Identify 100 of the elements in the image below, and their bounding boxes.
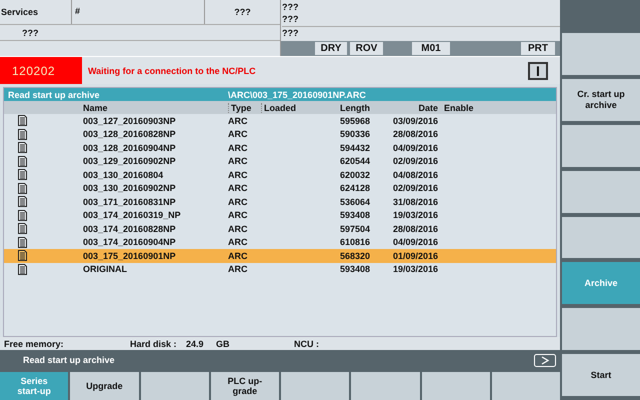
column-header: Date — [417, 102, 438, 112]
info-line: ??? — [282, 13, 300, 25]
table-cell-text: ARC — [228, 116, 248, 126]
program-label: # — [72, 0, 205, 24]
table-cell-text: 003_174_20160319_NP — [83, 210, 182, 220]
table-cell-text: ARC — [228, 224, 248, 234]
info-line: ??? — [282, 1, 300, 13]
table-cell-text: 28/08/2016 — [392, 224, 438, 234]
table-cell-text: ARC — [228, 196, 248, 207]
table-cell-text: 19/03/2016 — [392, 264, 438, 274]
file-row[interactable]: 003_175_20160901NP ARC 568320 01/09/2016 — [4, 249, 556, 262]
program-flag: DRY — [315, 42, 347, 55]
table-cell-text: ARC — [228, 210, 248, 220]
file-icon — [18, 169, 27, 180]
program-flag: M01 — [412, 42, 450, 55]
file-icon — [18, 115, 27, 126]
program-flag: PRT — [521, 42, 555, 55]
table-cell-text: 003_171_20160831NP — [83, 196, 177, 207]
table-cell-text: 620544 — [338, 156, 370, 166]
table-cell-text: ORIGINAL — [83, 264, 128, 274]
file-icon — [18, 142, 27, 154]
archive-path: \ARC\003_175_20160901NP.ARC — [228, 90, 366, 100]
file-row[interactable]: 003_128_20160828NP ARC 590336 28/08/2016 — [4, 128, 556, 141]
table-cell-text: 593408 — [338, 210, 370, 220]
area-label: Services — [0, 0, 72, 24]
table-cell-text: 593408 — [338, 264, 370, 274]
softkey[interactable] — [562, 216, 640, 258]
table-cell-text: 19/03/2016 — [392, 210, 438, 220]
table-cell-text: 003_130_20160804 — [83, 170, 164, 180]
file-icon — [18, 250, 27, 262]
file-icon — [18, 182, 27, 194]
more-icon[interactable] — [534, 354, 556, 366]
file-row[interactable]: ORIGINAL ARC 593408 19/03/2016 — [4, 262, 556, 276]
table-cell-text: ARC — [228, 156, 248, 166]
table-cell-text: 003_127_20160903NP — [83, 116, 177, 126]
table-cell-text: 31/08/2016 — [392, 196, 438, 207]
table-cell-text: ARC — [228, 237, 248, 248]
softkey[interactable]: Cr. start up archive — [562, 78, 640, 121]
table-cell-text: 04/08/2016 — [392, 170, 438, 180]
softkey[interactable]: Start — [562, 354, 640, 396]
file-row[interactable]: 003_127_20160903NP ARC 595968 03/09/2016 — [4, 114, 556, 128]
table-cell-text: 003_129_20160902NP — [83, 156, 177, 166]
disk-unit: GB — [216, 338, 230, 348]
table-cell-text: 01/09/2016 — [392, 250, 438, 261]
status-text: Read start up archive — [23, 355, 116, 365]
disk-label: Hard disk : — [130, 338, 178, 348]
table-cell-text: ARC — [228, 250, 248, 261]
column-header: Type — [228, 102, 261, 112]
column-header: Loaded — [261, 102, 306, 112]
file-row[interactable]: 003_174_20160904NP ARC 610816 04/09/2016 — [4, 236, 556, 249]
table-cell-text: 594432 — [338, 142, 370, 153]
table-cell-text: ARC — [228, 142, 248, 153]
table-cell-text: 590336 — [338, 129, 370, 140]
program-flag: ROV — [350, 42, 383, 55]
file-row[interactable]: 003_174_20160319_NP ARC 593408 19/03/2016 — [4, 208, 556, 222]
softkey[interactable]: PLC up-grade — [210, 372, 279, 400]
table-cell-text: 610816 — [338, 237, 370, 248]
table-cell-text: 04/09/2016 — [392, 142, 438, 153]
table-cell-text: 003_175_20160901NP — [83, 250, 177, 261]
table-cell-text: 624128 — [338, 183, 370, 194]
channel-label: ??? — [233, 7, 252, 17]
file-icon — [18, 236, 27, 248]
table-cell-text: ARC — [228, 170, 248, 180]
file-icon — [18, 196, 27, 208]
table-cell-text: 28/08/2016 — [392, 129, 438, 140]
file-icon — [18, 156, 27, 167]
table-cell-text: 595968 — [338, 116, 370, 126]
file-row[interactable]: 003_130_20160804 ARC 620032 04/08/2016 — [4, 168, 556, 182]
file-icon — [18, 128, 27, 140]
alarm-message: Waiting for a connection to the NC/PLC — [87, 66, 257, 76]
file-icon — [18, 210, 27, 221]
file-row[interactable]: 003_129_20160902NP ARC 620544 02/09/2016 — [4, 154, 556, 168]
column-header: Enable — [443, 102, 474, 112]
status-label: ??? — [22, 28, 38, 38]
panel-title: Read start up archive — [8, 90, 101, 100]
file-icon — [18, 223, 27, 234]
memory-label: Free memory: — [4, 338, 65, 348]
file-row[interactable]: 003_171_20160831NP ARC 536064 31/08/2016 — [4, 195, 556, 208]
softkey[interactable]: Upgrade — [70, 372, 138, 400]
table-cell-text: 620032 — [338, 170, 370, 180]
table-cell-text: 597504 — [338, 224, 370, 234]
file-row[interactable]: 003_128_20160904NP ARC 594432 04/09/2016 — [4, 141, 556, 154]
channel-indicator: I — [528, 62, 548, 80]
table-cell-text: 003_128_20160828NP — [83, 129, 177, 140]
table-cell-text: 536064 — [338, 196, 370, 207]
ncu-label: NCU : — [294, 338, 319, 348]
column-header: Name — [83, 102, 109, 112]
file-row[interactable]: 003_174_20160828NP ARC 597504 28/08/2016 — [4, 222, 556, 236]
disk-value: 24.9 — [186, 338, 205, 348]
table-cell-text: 568320 — [338, 250, 370, 261]
table-cell-text: ARC — [228, 264, 248, 274]
table-cell-text: 03/09/2016 — [392, 116, 438, 126]
info-line: ??? — [282, 26, 560, 39]
file-row[interactable]: 003_130_20160902NP ARC 624128 02/09/2016 — [4, 182, 556, 195]
table-cell-text: 003_130_20160902NP — [83, 183, 177, 194]
file-icon — [18, 264, 27, 275]
table-cell-text: 003_174_20160828NP — [83, 224, 177, 234]
table-cell-text: 02/09/2016 — [392, 156, 438, 166]
table-cell-text: ARC — [228, 129, 248, 140]
table-cell-text: 04/09/2016 — [392, 237, 438, 248]
